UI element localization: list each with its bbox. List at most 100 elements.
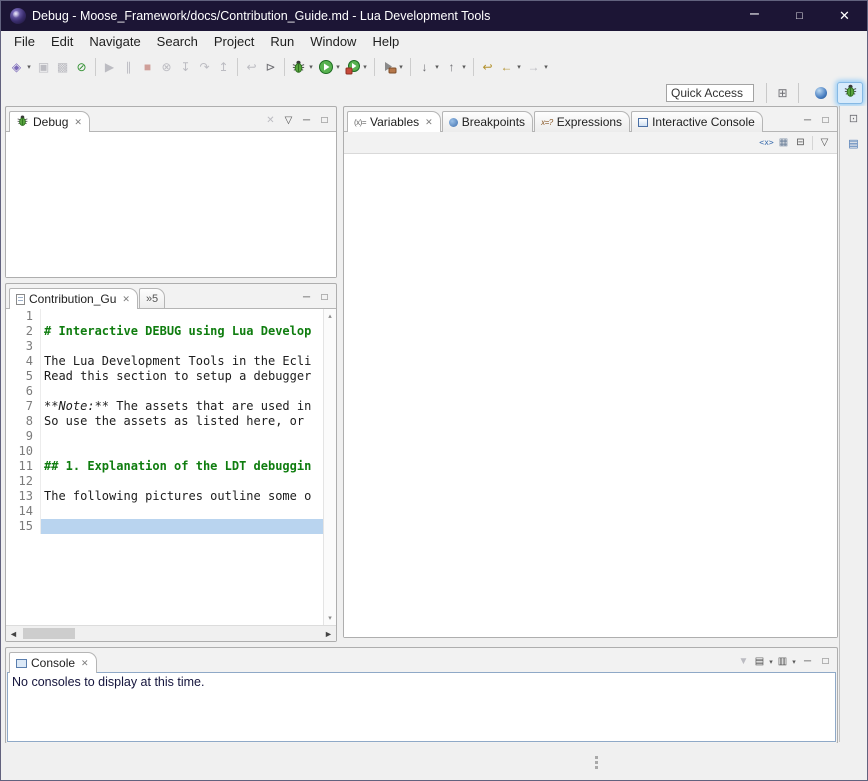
- next-annotation-button[interactable]: ↓ ▾: [415, 58, 442, 76]
- back-button[interactable]: ← ▾: [497, 58, 524, 76]
- save-button[interactable]: ▣: [34, 58, 53, 76]
- scroll-left-icon[interactable]: ◄: [6, 629, 21, 639]
- menu-file[interactable]: File: [6, 32, 43, 52]
- step-return-button[interactable]: ↥: [214, 58, 233, 76]
- tab-expressions[interactable]: x=?Expressions: [534, 111, 630, 132]
- view-menu-icon[interactable]: ▽: [816, 135, 833, 150]
- show-type-names-icon[interactable]: <x>: [758, 135, 775, 150]
- window-maximize-button[interactable]: □: [777, 1, 822, 31]
- debug-button[interactable]: ▾: [289, 58, 316, 76]
- save-all-button[interactable]: ▩: [53, 58, 72, 76]
- step-into-button[interactable]: ↧: [176, 58, 195, 76]
- external-tools-button[interactable]: ▾: [379, 58, 406, 76]
- pin-console-icon[interactable]: ▼: [735, 654, 752, 669]
- previous-annotation-button[interactable]: ↑ ▾: [442, 58, 469, 76]
- line-text[interactable]: [40, 309, 323, 324]
- step-over-button[interactable]: ↷: [195, 58, 214, 76]
- editor-horizontal-scrollbar[interactable]: ◄ ►: [6, 625, 336, 641]
- menu-window[interactable]: Window: [302, 32, 364, 52]
- line-text[interactable]: [40, 444, 323, 459]
- collapse-all-icon[interactable]: ⊟: [792, 135, 809, 150]
- close-icon[interactable]: ✕: [74, 117, 82, 128]
- minimize-icon[interactable]: ─: [799, 654, 816, 669]
- close-icon[interactable]: ✕: [425, 117, 433, 128]
- chevron-down-icon[interactable]: ▾: [25, 63, 33, 71]
- use-step-filters-button[interactable]: ⊳: [261, 58, 280, 76]
- open-console-icon[interactable]: ▥: [776, 654, 789, 669]
- menu-navigate[interactable]: Navigate: [81, 32, 148, 52]
- debug-view-content[interactable]: [6, 131, 336, 277]
- tab-breakpoints[interactable]: Breakpoints: [442, 111, 533, 132]
- variables-content[interactable]: [344, 153, 837, 637]
- remove-all-terminated-icon[interactable]: ✕: [262, 113, 279, 128]
- tab-interactive-console[interactable]: Interactive Console: [631, 111, 763, 132]
- drop-to-frame-button[interactable]: ↩: [242, 58, 261, 76]
- menu-help[interactable]: Help: [364, 32, 407, 52]
- maximize-icon[interactable]: □: [316, 113, 333, 128]
- chevron-down-icon[interactable]: ▾: [542, 63, 550, 71]
- scrollbar-track[interactable]: [21, 626, 321, 641]
- console-content[interactable]: No consoles to display at this time.: [7, 672, 836, 742]
- perspective-lua-button[interactable]: [808, 82, 834, 104]
- line-text[interactable]: ## 1. Explanation of the LDT debuggin: [40, 459, 323, 474]
- scroll-down-icon[interactable]: ▾: [328, 614, 332, 622]
- display-selected-console-icon[interactable]: ▤: [753, 654, 766, 669]
- editor-overflow-tabs[interactable]: »5: [139, 288, 165, 309]
- chevron-down-icon[interactable]: ▾: [334, 63, 342, 71]
- line-text[interactable]: [40, 504, 323, 519]
- disconnect-button[interactable]: ⊗: [157, 58, 176, 76]
- chevron-down-icon[interactable]: ▾: [515, 63, 523, 71]
- open-perspective-button[interactable]: ⊞: [773, 84, 792, 102]
- tab-console[interactable]: Console ✕: [9, 652, 97, 673]
- resize-grip[interactable]: [595, 756, 598, 759]
- editor-text-area[interactable]: 12# Interactive DEBUG using Lua Develop3…: [6, 309, 323, 625]
- scroll-right-icon[interactable]: ►: [321, 629, 336, 639]
- chevron-down-icon[interactable]: ▾: [397, 63, 405, 71]
- window-minimize-button[interactable]: –: [732, 1, 777, 31]
- minimized-view-icon[interactable]: ▤: [845, 136, 862, 152]
- menu-search[interactable]: Search: [149, 32, 206, 52]
- maximize-icon[interactable]: □: [817, 113, 834, 128]
- run-button[interactable]: ▾: [316, 58, 343, 76]
- view-menu-icon[interactable]: ▽: [280, 113, 297, 128]
- minimize-icon[interactable]: ─: [298, 290, 315, 305]
- minimize-icon[interactable]: ─: [799, 113, 816, 128]
- minimize-icon[interactable]: ─: [298, 113, 315, 128]
- close-icon[interactable]: ✕: [122, 294, 130, 305]
- line-text[interactable]: So use the assets as listed here, or: [40, 414, 323, 429]
- editor-vertical-scrollbar[interactable]: ▴ ▾: [323, 309, 336, 625]
- restore-view-icon[interactable]: ⊡: [845, 111, 862, 127]
- chevron-down-icon[interactable]: ▾: [307, 63, 315, 71]
- perspective-debug-button[interactable]: [837, 82, 863, 104]
- quick-access-input[interactable]: Quick Access: [666, 84, 754, 102]
- scrollbar-thumb[interactable]: [23, 628, 75, 639]
- skip-all-breakpoints-button[interactable]: ⊘: [72, 58, 91, 76]
- tab-variables[interactable]: (x)=Variables✕: [347, 111, 441, 132]
- maximize-icon[interactable]: □: [817, 654, 834, 669]
- forward-button[interactable]: → ▾: [524, 58, 551, 76]
- tab-debug[interactable]: Debug ✕: [9, 111, 90, 132]
- chevron-down-icon[interactable]: ▾: [460, 63, 468, 71]
- menu-run[interactable]: Run: [262, 32, 302, 52]
- suspend-button[interactable]: ∥: [119, 58, 138, 76]
- line-text[interactable]: [40, 429, 323, 444]
- resume-button[interactable]: ▶: [100, 58, 119, 76]
- line-text[interactable]: **Note:** The assets that are used in: [40, 399, 323, 414]
- line-text[interactable]: # Interactive DEBUG using Lua Develop: [40, 324, 323, 339]
- line-text[interactable]: Read this section to setup a debugger: [40, 369, 323, 384]
- scroll-up-icon[interactable]: ▴: [328, 312, 332, 320]
- close-icon[interactable]: ✕: [81, 658, 89, 669]
- line-text[interactable]: The Lua Development Tools in the Ecli: [40, 354, 323, 369]
- menu-project[interactable]: Project: [206, 32, 262, 52]
- chevron-down-icon[interactable]: ▾: [790, 658, 798, 666]
- chevron-down-icon[interactable]: ▾: [767, 658, 775, 666]
- new-wizard-button[interactable]: ◈ ▾: [7, 58, 34, 76]
- chevron-down-icon[interactable]: ▾: [433, 63, 441, 71]
- line-text[interactable]: [40, 384, 323, 399]
- line-text[interactable]: The following pictures outline some o: [40, 489, 323, 504]
- coverage-button[interactable]: ▾: [343, 58, 370, 76]
- line-text[interactable]: [40, 474, 323, 489]
- line-text[interactable]: [40, 519, 323, 534]
- maximize-icon[interactable]: □: [316, 290, 333, 305]
- menu-edit[interactable]: Edit: [43, 32, 81, 52]
